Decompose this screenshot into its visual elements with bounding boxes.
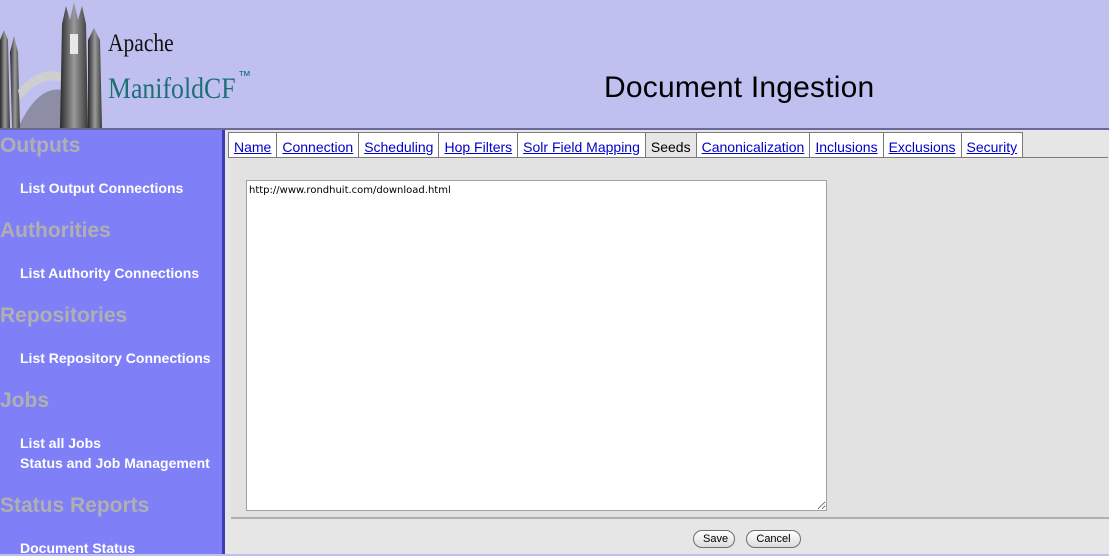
logo-trademark: ™ bbox=[238, 68, 251, 83]
form-footer-divider bbox=[231, 517, 1109, 519]
job-tab-bar: Name Connection Scheduling Hop Filters S… bbox=[228, 132, 1024, 158]
nav-link-list-authority-connections[interactable]: List Authority Connections bbox=[20, 265, 199, 281]
page-title: Document Ingestion bbox=[604, 71, 875, 104]
tab-seeds[interactable]: Seeds bbox=[644, 132, 696, 158]
nav-link-status-and-job-management[interactable]: Status and Job Management bbox=[20, 455, 210, 471]
cancel-button[interactable]: Cancel bbox=[746, 530, 801, 548]
tab-security[interactable]: Security bbox=[960, 132, 1024, 158]
tab-inclusions[interactable]: Inclusions bbox=[809, 132, 883, 158]
tab-name[interactable]: Name bbox=[228, 132, 277, 158]
nav-link-list-output-connections[interactable]: List Output Connections bbox=[20, 180, 183, 196]
sidebar-navigation: Outputs List Output Connections Authorit… bbox=[0, 130, 222, 556]
nav-link-list-repository-connections[interactable]: List Repository Connections bbox=[20, 350, 211, 366]
tab-solr-field-mapping[interactable]: Solr Field Mapping bbox=[517, 132, 645, 158]
bridge-tower-logo-icon bbox=[0, 2, 102, 128]
nav-heading-status-reports: Status Reports bbox=[0, 494, 150, 517]
nav-heading-repositories: Repositories bbox=[0, 304, 128, 327]
job-edit-main: Name Connection Scheduling Hop Filters S… bbox=[225, 130, 1109, 554]
logo-apache-text: Apache bbox=[108, 30, 174, 57]
logo-product-name: ManifoldCF bbox=[108, 72, 236, 105]
tab-scheduling[interactable]: Scheduling bbox=[358, 132, 439, 158]
nav-link-list-all-jobs[interactable]: List all Jobs bbox=[20, 435, 101, 451]
header-banner: Apache ManifoldCF ™ Document Ingestion bbox=[0, 0, 1109, 128]
seeds-textarea[interactable]: http://www.rondhuit.com/download.html bbox=[246, 180, 827, 511]
tab-connection[interactable]: Connection bbox=[276, 132, 359, 158]
tab-exclusions[interactable]: Exclusions bbox=[882, 132, 961, 158]
tab-canonicalization[interactable]: Canonicalization bbox=[695, 132, 810, 158]
tab-hop-filters[interactable]: Hop Filters bbox=[438, 132, 518, 158]
nav-heading-outputs: Outputs bbox=[0, 134, 81, 157]
nav-heading-jobs: Jobs bbox=[0, 389, 50, 412]
save-button[interactable]: Save bbox=[693, 530, 735, 548]
nav-heading-authorities: Authorities bbox=[0, 219, 111, 242]
tab-underline bbox=[228, 157, 1108, 158]
